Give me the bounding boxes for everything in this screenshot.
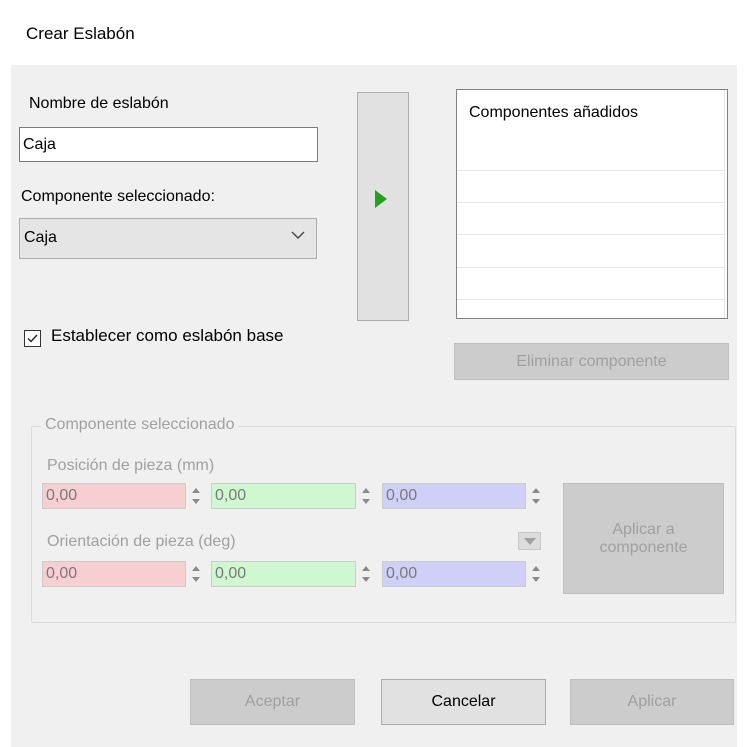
spin-down-icon: [532, 499, 540, 504]
spin-down-icon: [362, 577, 370, 582]
component-dropdown-value: Caja: [24, 229, 57, 246]
link-name-input[interactable]: Caja: [19, 127, 318, 162]
base-link-label[interactable]: Establecer como eslabón base: [51, 326, 283, 346]
add-component-button[interactable]: [357, 92, 409, 321]
spin-down-icon: [192, 499, 200, 504]
dropdown-triangle-icon: [524, 538, 536, 545]
component-dropdown[interactable]: Caja: [19, 218, 317, 259]
accept-button[interactable]: Aceptar: [190, 679, 355, 725]
position-x-spinner[interactable]: [188, 483, 204, 509]
chevron-down-icon: [291, 231, 305, 239]
position-label: Posición de pieza (mm): [47, 457, 215, 474]
orientation-y-spinner[interactable]: [358, 561, 374, 587]
cancel-button[interactable]: Cancelar: [381, 679, 546, 725]
spin-up-icon: [362, 488, 370, 493]
list-column-divider: [724, 90, 725, 318]
spin-down-icon: [362, 499, 370, 504]
component-select-label: Componente seleccionado:: [21, 188, 215, 205]
selected-component-group-title: Componente seleccionado: [41, 416, 239, 434]
list-row-line: [457, 234, 725, 235]
spin-up-icon: [532, 488, 540, 493]
position-y-spinner[interactable]: [358, 483, 374, 509]
link-name-label: Nombre de eslabón: [29, 95, 169, 112]
position-z-spinner[interactable]: [528, 483, 544, 509]
spin-up-icon: [192, 488, 200, 493]
window-title: Crear Eslabón: [26, 24, 135, 43]
apply-to-component-label-line1: Aplicar a: [612, 520, 675, 538]
base-link-checkbox[interactable]: [24, 330, 41, 347]
play-arrow-icon: [375, 190, 387, 208]
check-icon: [27, 334, 38, 343]
orientation-dropdown-button[interactable]: [518, 532, 541, 550]
position-x-input[interactable]: 0,00: [42, 483, 186, 509]
added-components-list[interactable]: Componentes añadidos: [456, 89, 728, 319]
list-row-line: [457, 170, 725, 171]
orientation-x-spinner[interactable]: [188, 561, 204, 587]
position-z-input[interactable]: 0,00: [382, 483, 526, 509]
orientation-x-input[interactable]: 0,00: [42, 561, 186, 587]
spin-up-icon: [192, 566, 200, 571]
orientation-z-spinner[interactable]: [528, 561, 544, 587]
apply-to-component-label-line2: componente: [599, 538, 688, 556]
orientation-z-input[interactable]: 0,00: [382, 561, 526, 587]
list-row-line: [457, 202, 725, 203]
list-row-line: [457, 299, 725, 300]
apply-button[interactable]: Aplicar: [570, 679, 734, 725]
list-row-line: [457, 267, 725, 268]
position-y-input[interactable]: 0,00: [211, 483, 356, 509]
spin-down-icon: [192, 577, 200, 582]
added-components-header: Componentes añadidos: [469, 104, 639, 121]
spin-up-icon: [362, 566, 370, 571]
spin-down-icon: [532, 577, 540, 582]
spin-up-icon: [532, 566, 540, 571]
apply-to-component-button[interactable]: Aplicar a componente: [563, 483, 724, 594]
orientation-y-input[interactable]: 0,00: [211, 561, 356, 587]
orientation-label: Orientación de pieza (deg): [47, 533, 236, 550]
remove-component-button[interactable]: Eliminar componente: [454, 343, 729, 380]
